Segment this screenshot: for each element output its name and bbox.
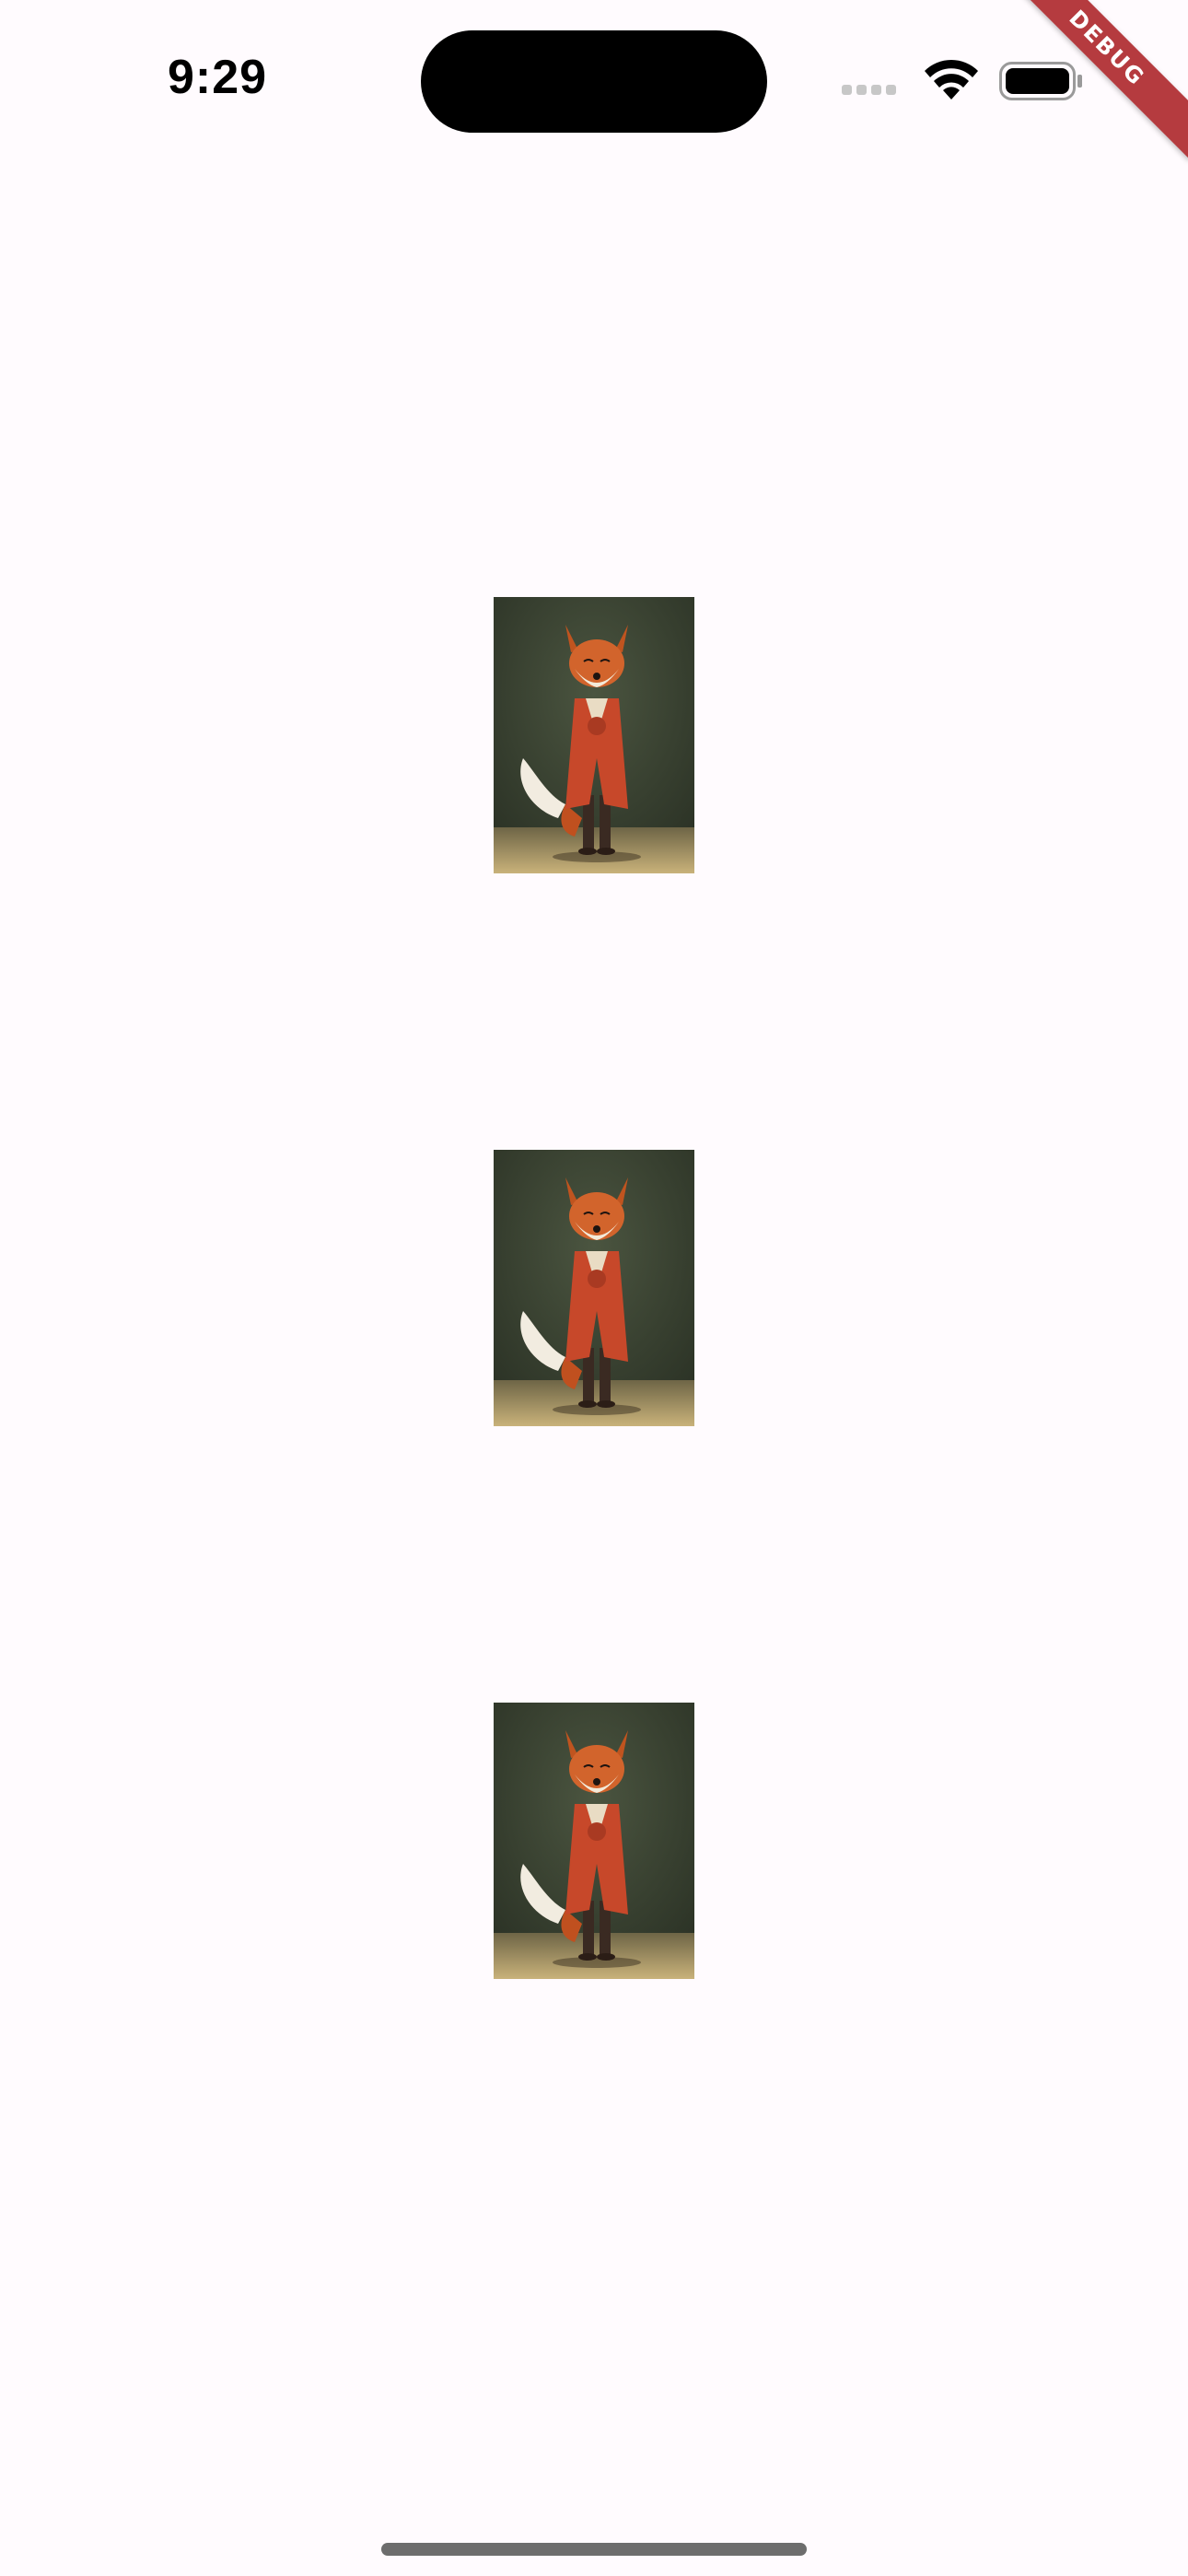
app-screen: 9:29 DEBUG [0,0,1188,2576]
wifi-icon [925,59,978,100]
fox-illustration [494,597,694,873]
fox-illustration [494,1150,694,1426]
cellular-signal-icon [842,85,896,95]
home-indicator[interactable] [381,2543,807,2556]
fox-illustration [494,1703,694,1979]
fox-image [494,1703,694,1979]
fox-image [494,1150,694,1426]
status-time: 9:29 [168,51,268,104]
fox-image [494,597,694,873]
battery-icon [999,62,1082,100]
dynamic-island [421,30,767,133]
